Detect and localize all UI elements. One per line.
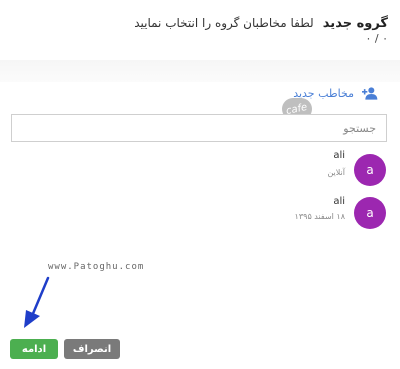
annotation-arrow-icon (24, 276, 50, 328)
contact-last-seen: ۱۸ اسفند ۱۳۹۵ (294, 212, 345, 221)
contact-name: ali (333, 150, 345, 161)
contact-item[interactable]: a ali آنلاین (0, 150, 400, 190)
search-input[interactable] (11, 114, 387, 142)
cancel-button[interactable]: انصراف (64, 339, 120, 359)
dialog-title: گروه جدید (322, 16, 388, 31)
dialog-subtitle: لطفا مخاطبان گروه را انتخاب نمایید (134, 16, 314, 30)
avatar: a (354, 154, 386, 186)
title-row: گروه جدید لطفا مخاطبان گروه را انتخاب نم… (134, 12, 388, 31)
person-add-icon (362, 86, 378, 100)
watermark-site-text: www.Patoghu.com (48, 262, 145, 272)
contact-item[interactable]: a ali ۱۸ اسفند ۱۳۹۵ (0, 196, 400, 236)
contact-status: آنلاین (327, 168, 345, 177)
header-divider (0, 60, 400, 82)
avatar: a (354, 197, 386, 229)
continue-button[interactable]: ادامه (10, 339, 58, 359)
new-contact-button[interactable]: مخاطب جدید (293, 86, 378, 100)
selection-counter: ۰ / ۰ (365, 32, 388, 45)
dialog-header: گروه جدید لطفا مخاطبان گروه را انتخاب نم… (0, 0, 400, 60)
contact-name: ali (333, 196, 345, 207)
